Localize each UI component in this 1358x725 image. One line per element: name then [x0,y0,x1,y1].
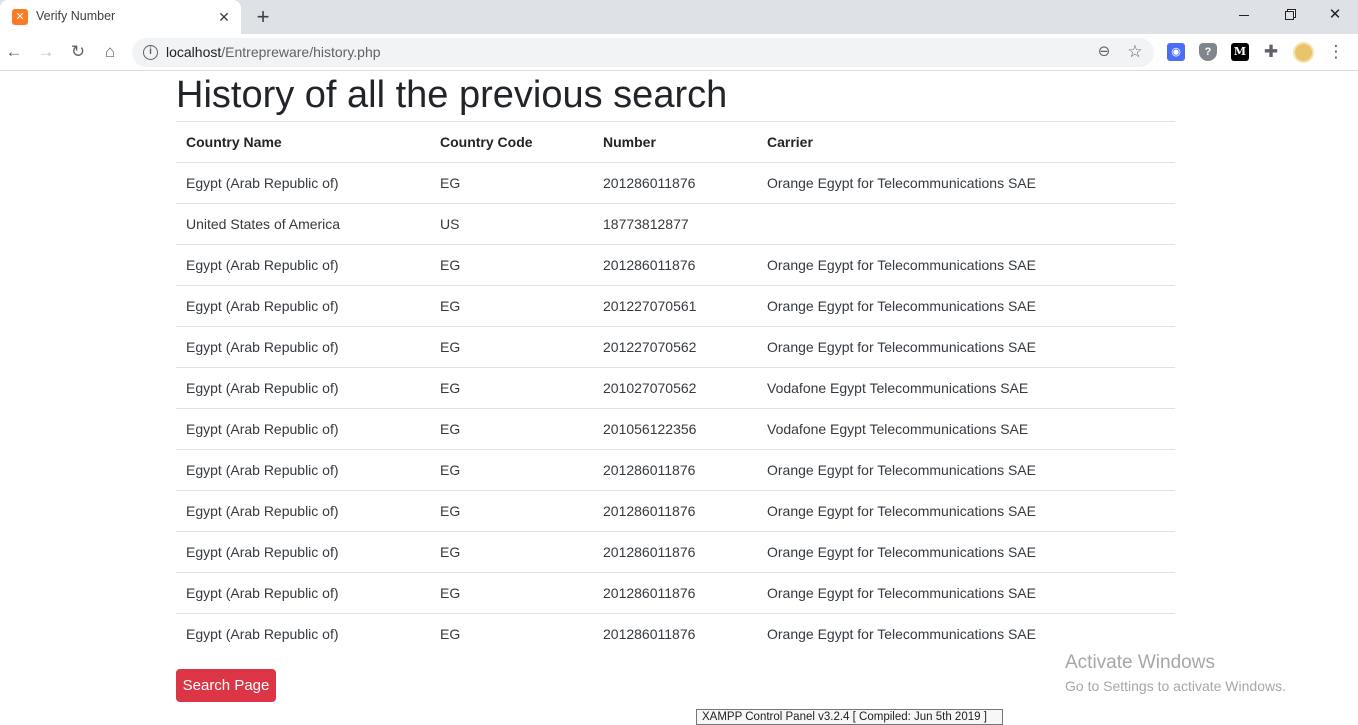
country-name-cell: Egypt (Arab Republic of) [176,490,430,532]
country-code-cell: US [430,203,593,245]
number-cell: 201286011876 [593,613,757,655]
tab-strip: ✕ Verify Number ✕ + ✕ [0,0,1358,34]
tab-title: Verify Number [36,9,116,23]
browser-menu-icon[interactable]: ⋮ [1324,38,1348,66]
table-row: Egypt (Arab Republic of) EG 201027070562 Vo… [176,367,1175,409]
profile-avatar[interactable] [1293,42,1314,63]
tab-close-icon[interactable]: ✕ [213,6,235,28]
country-name-cell: Egypt (Arab Republic of) [176,531,430,573]
country-name-cell: Egypt (Arab Republic of) [176,572,430,614]
site-info-icon[interactable]: i [143,45,158,60]
table-header-row: Country Name Country Code Number Carrier [176,121,1175,163]
number-cell: 201286011876 [593,531,757,573]
table-row: Egypt (Arab Republic of) EG 201227070562 Or… [176,326,1175,368]
table-row: Egypt (Arab Republic of) EG 201286011876 Or… [176,490,1175,532]
browser-tab[interactable]: ✕ Verify Number ✕ [0,0,241,34]
xampp-tooltip: XAMPP Control Panel v3.2.4 [ Compiled: J… [696,709,1003,725]
back-icon[interactable]: ← [0,38,28,66]
window-close-icon[interactable]: ✕ [1312,0,1358,30]
number-cell: 201286011876 [593,244,757,286]
camera-extension-icon[interactable]: ◉ [1167,43,1185,61]
table-row: Egypt (Arab Republic of) EG 201056122356 Vo… [176,408,1175,450]
column-header-country-name: Country Name [176,121,430,163]
country-name-cell: Egypt (Arab Republic of) [176,408,430,450]
number-cell: 201056122356 [593,408,757,450]
shield-extension-icon[interactable]: ? [1199,43,1217,61]
country-code-cell: EG [430,531,593,573]
country-name-cell: Egypt (Arab Republic of) [176,326,430,368]
number-cell: 201027070562 [593,367,757,409]
zoom-icon[interactable]: ⊖ [1093,41,1115,63]
page-content: History of all the previous search Count… [176,72,1175,655]
activate-windows-title: Activate Windows [1065,652,1215,673]
carrier-cell: Orange Egypt for Telecommunications SAE [757,572,1175,614]
reload-icon[interactable]: ↻ [64,38,92,66]
country-code-cell: EG [430,613,593,655]
search-page-button[interactable]: Search Page [176,669,276,702]
home-icon[interactable]: ⌂ [96,38,124,66]
carrier-cell: Vodafone Egypt Telecommunications SAE [757,367,1175,409]
carrier-cell: Orange Egypt for Telecommunications SAE [757,285,1175,327]
country-name-cell: Egypt (Arab Republic of) [176,367,430,409]
column-header-carrier: Carrier [757,121,1175,163]
column-header-country-code: Country Code [430,121,593,163]
number-cell: 201286011876 [593,490,757,532]
country-name-cell: United States of America [176,203,430,245]
url-text[interactable]: localhost/Entrepreware/history.php [166,44,381,60]
forward-icon[interactable]: → [32,38,60,66]
number-cell: 201286011876 [593,572,757,614]
history-table-body: Egypt (Arab Republic of) EG 201286011876 Or… [176,162,1175,655]
number-cell: 201286011876 [593,449,757,491]
country-code-cell: EG [430,490,593,532]
carrier-cell: Orange Egypt for Telecommunications SAE [757,531,1175,573]
carrier-cell: Orange Egypt for Telecommunications SAE [757,490,1175,532]
table-row: United States of America US 18773812877 [176,203,1175,245]
page-title: History of all the previous search [176,74,728,116]
country-code-cell: EG [430,367,593,409]
minimize-icon[interactable] [1221,0,1267,30]
column-header-number: Number [593,121,757,163]
table-row: Egypt (Arab Republic of) EG 201286011876 Or… [176,613,1175,655]
number-cell: 18773812877 [593,203,757,245]
country-name-cell: Egypt (Arab Republic of) [176,613,430,655]
country-code-cell: EG [430,572,593,614]
carrier-cell: Orange Egypt for Telecommunications SAE [757,449,1175,491]
table-row: Egypt (Arab Republic of) EG 201286011876 Or… [176,531,1175,573]
bookmark-star-icon[interactable]: ☆ [1124,41,1146,63]
table-row: Egypt (Arab Republic of) EG 201286011876 Or… [176,162,1175,204]
table-row: Egypt (Arab Republic of) EG 201227070561 Or… [176,285,1175,327]
carrier-cell: Orange Egypt for Telecommunications SAE [757,613,1175,655]
country-name-cell: Egypt (Arab Republic of) [176,285,430,327]
number-cell: 201227070562 [593,326,757,368]
extensions-puzzle-icon[interactable]: ✚ [1262,43,1280,61]
number-cell: 201227070561 [593,285,757,327]
country-name-cell: Egypt (Arab Republic of) [176,162,430,204]
medium-extension-icon[interactable]: M [1231,43,1249,61]
xampp-icon: ✕ [12,9,28,25]
table-row: Egypt (Arab Republic of) EG 201286011876 Or… [176,572,1175,614]
carrier-cell: Orange Egypt for Telecommunications SAE [757,162,1175,204]
number-cell: 201286011876 [593,162,757,204]
country-code-cell: EG [430,285,593,327]
new-tab-icon[interactable]: + [251,4,275,30]
carrier-cell: Orange Egypt for Telecommunications SAE [757,326,1175,368]
carrier-cell: Vodafone Egypt Telecommunications SAE [757,408,1175,450]
table-row: Egypt (Arab Republic of) EG 201286011876 Or… [176,244,1175,286]
history-table: Country Name Country Code Number Carrier… [176,121,1175,655]
country-code-cell: EG [430,449,593,491]
country-code-cell: EG [430,408,593,450]
carrier-cell: Orange Egypt for Telecommunications SAE [757,244,1175,286]
country-code-cell: EG [430,162,593,204]
country-code-cell: EG [430,326,593,368]
table-row: Egypt (Arab Republic of) EG 201286011876 Or… [176,449,1175,491]
carrier-cell [757,203,1175,245]
restore-icon[interactable] [1266,0,1312,30]
country-code-cell: EG [430,244,593,286]
browser-toolbar: ← → ↻ ⌂ i localhost/Entrepreware/history… [0,34,1358,71]
country-name-cell: Egypt (Arab Republic of) [176,244,430,286]
country-name-cell: Egypt (Arab Republic of) [176,449,430,491]
activate-windows-watermark: Activate Windows Go to Settings to activ… [1065,652,1286,696]
address-bar[interactable]: i localhost/Entrepreware/history.php ⊖ ☆ [132,38,1154,67]
activate-windows-subtitle: Go to Settings to activate Windows. [1065,678,1286,694]
